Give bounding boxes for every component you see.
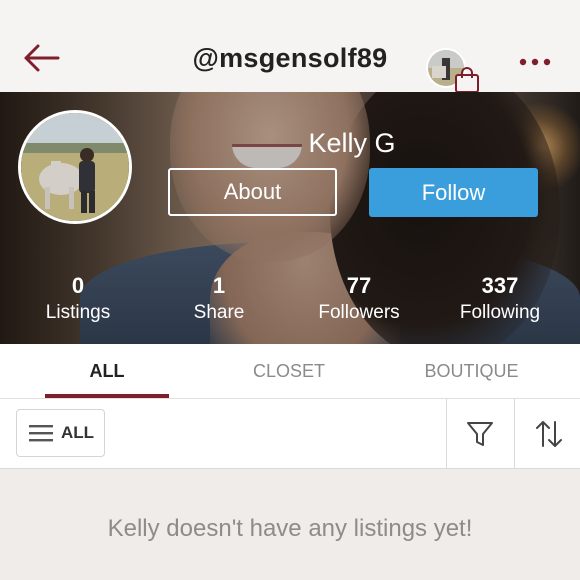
status-bar — [0, 0, 580, 14]
stat-label: Listings — [45, 302, 111, 323]
tab-bar: ALL CLOSET BOUTIQUE — [0, 344, 580, 399]
divider — [446, 399, 447, 469]
active-tab-indicator — [45, 394, 169, 398]
top-nav-bar: @msgensolf89 — [0, 14, 580, 94]
profile-name: Kelly G — [308, 128, 396, 158]
filter-bar: ALL — [0, 399, 580, 469]
stat-value: 77 — [346, 273, 372, 298]
empty-listings-message: Kelly doesn't have any listings yet! — [107, 515, 473, 542]
stat-value: 0 — [71, 273, 85, 298]
profile-avatar[interactable] — [18, 110, 132, 224]
tab-closet[interactable]: CLOSET — [222, 344, 356, 399]
about-button[interactable]: About — [168, 168, 337, 216]
tab-all[interactable]: ALL — [45, 344, 169, 399]
stat-listings[interactable]: 0 Listings — [8, 272, 148, 326]
all-filter-button[interactable]: ALL — [16, 409, 105, 457]
funnel-icon[interactable] — [465, 419, 495, 449]
shopping-bag-icon[interactable] — [452, 66, 482, 94]
stat-value: 1 — [212, 273, 226, 298]
page-title: @msgensolf89 — [192, 43, 388, 73]
stat-label: Share — [193, 302, 245, 323]
stat-shares[interactable]: 1 Share — [149, 272, 289, 326]
divider — [514, 399, 515, 469]
sort-arrows-icon[interactable] — [534, 419, 564, 449]
stat-label: Followers — [318, 302, 400, 323]
stat-followers[interactable]: 77 Followers — [289, 272, 429, 326]
stat-following[interactable]: 337 Following — [430, 272, 570, 326]
more-dots-icon[interactable] — [516, 54, 554, 70]
stat-value: 337 — [481, 273, 519, 298]
follow-button[interactable]: Follow — [369, 168, 538, 217]
all-filter-label: ALL — [61, 423, 95, 442]
tab-boutique[interactable]: BOUTIQUE — [400, 344, 543, 399]
stat-label: Following — [459, 302, 541, 323]
menu-icon — [29, 425, 53, 442]
